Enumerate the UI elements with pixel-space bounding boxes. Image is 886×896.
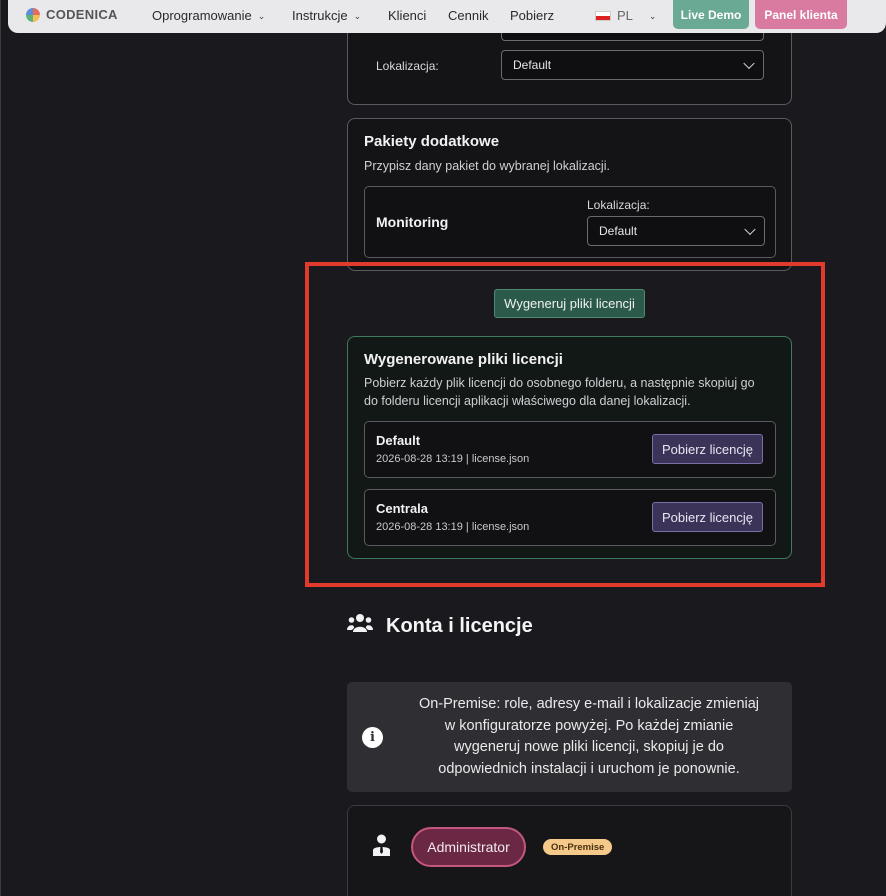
chevron-down-icon	[743, 57, 755, 70]
info-line: On-Premise: role, adresy e-mail i lokali…	[418, 696, 760, 712]
license-meta: 2026-08-28 13:19 | license.json	[376, 521, 530, 533]
package-row-monitoring: Monitoring Lokalizacja: Default	[364, 186, 776, 258]
chevron-down-icon	[744, 223, 756, 236]
nav-label: Cennik	[448, 8, 489, 23]
users-group-icon	[347, 614, 373, 632]
location-label: Lokalizacja:	[376, 59, 439, 73]
addon-packages-description: Przypisz dany pakiet do wybranej lokaliz…	[364, 159, 610, 173]
accounts-section-title: Konta i licencje	[386, 615, 533, 637]
account-card: Administrator On-Premise	[347, 805, 792, 896]
license-location-name: Default	[376, 433, 421, 448]
generated-licenses-description-2: do folderu licencji aplikacji właściwego…	[364, 394, 691, 408]
nav-label: Oprogramowanie	[152, 8, 252, 23]
license-file-row: Default 2026-08-28 13:19 | license.json …	[364, 421, 776, 478]
info-line: wygeneruj nowe pliki licencji, skopiuj j…	[454, 739, 724, 755]
addon-packages-card: Pakiety dodatkowe Przypisz dany pakiet d…	[347, 118, 792, 271]
nav-label: Pobierz	[510, 8, 555, 23]
nav-label: Klienci	[388, 8, 427, 23]
on-premise-info-alert: i On-Premise: role, adresy e-mail i loka…	[347, 682, 792, 792]
client-panel-button[interactable]: Panel klienta	[755, 0, 847, 29]
generate-licenses-button[interactable]: Wygeneruj pliki licencji	[494, 289, 645, 318]
package-location-select[interactable]: Default	[587, 216, 765, 246]
select-value: Default	[513, 58, 552, 72]
top-navbar: CODENICA Oprogramowanie ⌄ Instrukcje ⌄ K…	[8, 0, 886, 33]
license-file-row: Centrala 2026-08-28 13:19 | license.json…	[364, 489, 776, 546]
location-select[interactable]: Default	[501, 50, 764, 80]
codenica-logo-icon	[26, 7, 40, 22]
nav-pobierz[interactable]: Pobierz	[510, 8, 554, 23]
addon-packages-title: Pakiety dodatkowe	[364, 133, 500, 150]
package-name: Monitoring	[376, 214, 449, 230]
user-tie-icon	[373, 834, 390, 856]
download-license-button[interactable]: Pobierz licencję	[652, 434, 763, 464]
language-switcher[interactable]: PL ⌄	[595, 8, 656, 23]
download-license-button[interactable]: Pobierz licencję	[652, 502, 763, 532]
nav-oprogramowanie[interactable]: Oprogramowanie ⌄	[152, 8, 265, 23]
chevron-down-icon: ⌄	[648, 11, 657, 21]
generated-licenses-title: Wygenerowane pliki licencji	[364, 351, 563, 368]
license-meta: 2026-08-28 13:19 | license.json	[376, 453, 530, 465]
role-administrator-pill[interactable]: Administrator	[411, 827, 526, 867]
info-text: On-Premise: role, adresy e-mail i lokali…	[399, 694, 779, 780]
package-location-label: Lokalizacja:	[587, 198, 650, 212]
nav-instrukcje[interactable]: Instrukcje ⌄	[292, 8, 361, 23]
nav-label: Instrukcje	[292, 8, 348, 23]
brand-name: CODENICA	[46, 7, 118, 22]
info-line: w konfiguratorze powyżej. Po każdej zmia…	[444, 717, 734, 734]
info-icon: i	[362, 727, 383, 748]
on-premise-badge: On-Premise	[543, 839, 613, 855]
info-line: odpowiednich instalacji i uruchom je pon…	[438, 760, 740, 777]
poland-flag-icon	[595, 10, 611, 21]
language-label: PL	[617, 8, 633, 23]
chevron-down-icon: ⌄	[257, 11, 266, 21]
generated-licenses-description-1: Pobierz każdy plik licencji do osobnego …	[364, 376, 755, 390]
nav-cennik[interactable]: Cennik	[448, 8, 488, 23]
license-location-name: Centrala	[376, 501, 429, 516]
nav-klienci[interactable]: Klienci	[388, 8, 426, 23]
generated-licenses-card: Wygenerowane pliki licencji Pobierz każd…	[347, 336, 792, 559]
select-value: Default	[599, 224, 638, 238]
chevron-down-icon: ⌄	[353, 11, 362, 21]
brand-logo[interactable]: CODENICA	[26, 7, 118, 22]
live-demo-button[interactable]: Live Demo	[673, 0, 749, 29]
